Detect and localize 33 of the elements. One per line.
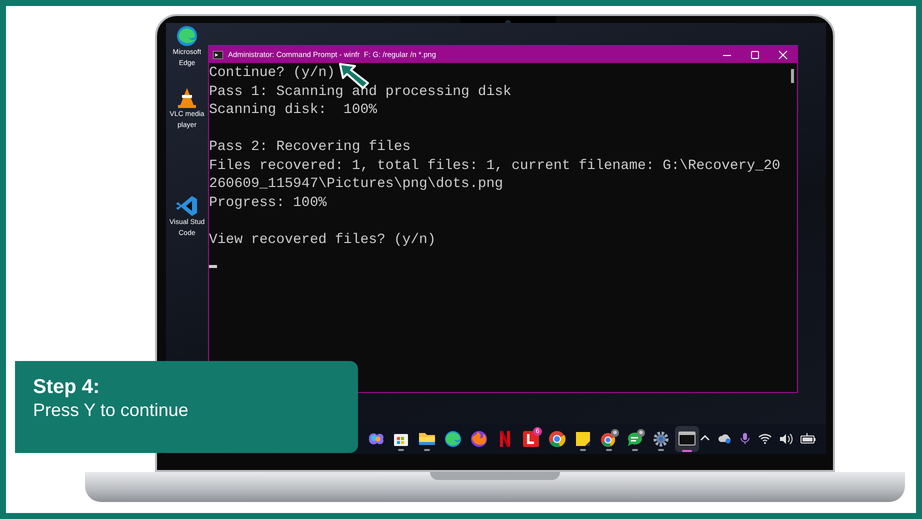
console-line: Pass 2: Recovering files	[209, 138, 411, 156]
settings-icon	[651, 429, 671, 449]
traffic-cone-icon[interactable]	[176, 87, 198, 109]
step-title: Step 4:	[33, 375, 101, 399]
code-editor-icon[interactable]	[176, 195, 198, 217]
flame-icon	[469, 429, 489, 449]
battery-icon[interactable]	[800, 432, 816, 446]
sticky-note-icon	[573, 429, 593, 449]
console-line: Continue? (y/n)	[209, 64, 336, 82]
console-line: View recovered files? (y/n)	[209, 230, 436, 249]
letter-tile-icon	[521, 429, 541, 449]
chat-icon	[625, 429, 645, 449]
step-text: Press Y to continue	[33, 399, 190, 421]
browser-icon	[443, 429, 463, 449]
console-line: Progress: 100%	[209, 194, 327, 212]
maximize-icon[interactable]	[750, 50, 760, 60]
text-cursor	[209, 265, 217, 268]
speaker-icon[interactable]	[779, 432, 793, 446]
close-icon[interactable]	[778, 50, 788, 60]
console-line: Scanning disk: 100%	[209, 101, 378, 120]
console-line: Pass 1: Scanning and processing disk	[209, 82, 512, 101]
active-indicator	[682, 450, 692, 452]
cloud-icon[interactable]	[718, 432, 732, 446]
scrollbar-thumb[interactable]	[791, 69, 794, 83]
console-line: 260609_115947\Pictures\png\dots.png	[209, 175, 504, 194]
wifi-icon[interactable]	[758, 432, 772, 446]
ring-icon	[599, 429, 619, 449]
ring-icon	[547, 429, 567, 449]
browser-icon[interactable]	[176, 25, 198, 47]
taskbar-button[interactable]	[675, 426, 699, 452]
console-line: Files recovered: 1, total files: 1, current filename: G:\Recovery_20	[209, 156, 780, 175]
microphone-icon[interactable]	[739, 432, 751, 446]
console-icon	[213, 50, 223, 58]
